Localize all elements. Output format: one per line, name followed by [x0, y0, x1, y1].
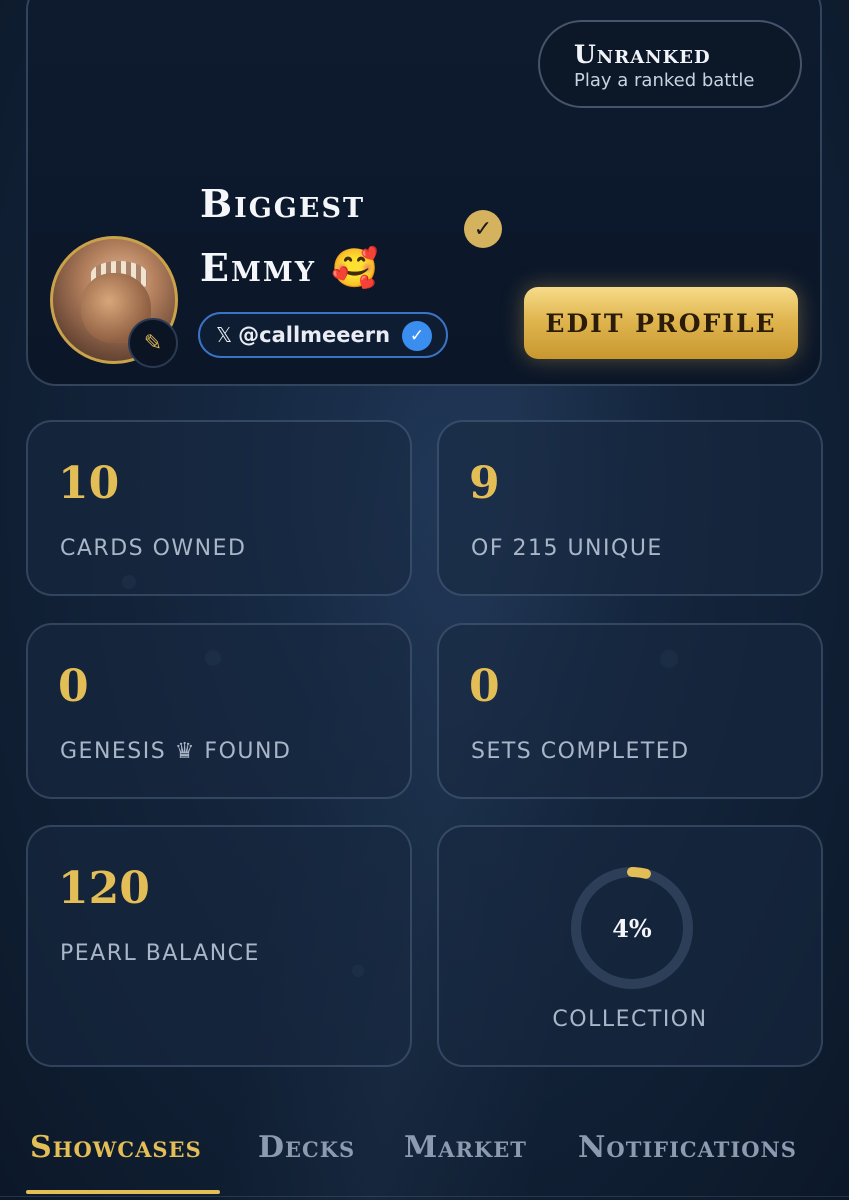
stat-value: 120: [58, 863, 150, 914]
stat-card-unique: 9 OF 215 UNIQUE: [437, 420, 823, 596]
edit-profile-button[interactable]: EDIT PROFILE: [524, 287, 798, 359]
active-tab-indicator: [26, 1190, 220, 1194]
stat-label: PEARL BALANCE: [60, 941, 260, 966]
stat-card-genesis-found: 0 GENESIS ♛ FOUND: [26, 623, 412, 799]
stat-card-sets-completed: 0 SETS COMPLETED: [437, 623, 823, 799]
stat-value: 0: [58, 661, 89, 712]
stat-label: GENESIS ♛ FOUND: [60, 739, 292, 764]
tab-bar-divider: [0, 1196, 849, 1197]
tab-decks[interactable]: Decks: [258, 1130, 355, 1165]
verified-check-icon: ✓: [464, 210, 502, 248]
stat-value: 0: [469, 661, 500, 712]
verified-blue-check-icon: ✓: [402, 321, 432, 351]
stat-card-cards-owned: 10 CARDS OWNED: [26, 420, 412, 596]
tab-notifications[interactable]: Notifications: [578, 1130, 797, 1165]
tab-showcases[interactable]: Showcases: [30, 1130, 202, 1165]
x-handle-link[interactable]: 𝕏 @callmeeern ✓: [198, 312, 448, 358]
collection-percent: 4%: [612, 913, 652, 943]
rank-subtitle: Play a ranked battle: [574, 70, 755, 91]
handle-text: @callmeeern: [238, 323, 391, 347]
edit-avatar-button[interactable]: ✎: [128, 318, 178, 368]
tab-market[interactable]: Market: [404, 1130, 527, 1165]
stat-label: OF 215 UNIQUE: [471, 536, 663, 561]
x-logo-icon: 𝕏: [216, 323, 233, 347]
stat-card-pearl-balance: 120 PEARL BALANCE: [26, 825, 412, 1067]
rank-title: Unranked: [574, 40, 711, 69]
stat-card-collection: 4% COLLECTION: [437, 825, 823, 1067]
display-name: Biggest Emmy 🥰: [200, 181, 381, 290]
pencil-icon: ✎: [143, 330, 163, 356]
stat-value: 10: [58, 458, 120, 509]
stat-value: 9: [469, 458, 500, 509]
rank-status-pill[interactable]: Unranked Play a ranked battle: [538, 20, 802, 108]
collection-progress-ring: 4%: [567, 863, 697, 993]
stat-label: SETS COMPLETED: [471, 739, 690, 764]
stat-label: CARDS OWNED: [60, 536, 247, 561]
collection-label: COLLECTION: [552, 1007, 708, 1032]
